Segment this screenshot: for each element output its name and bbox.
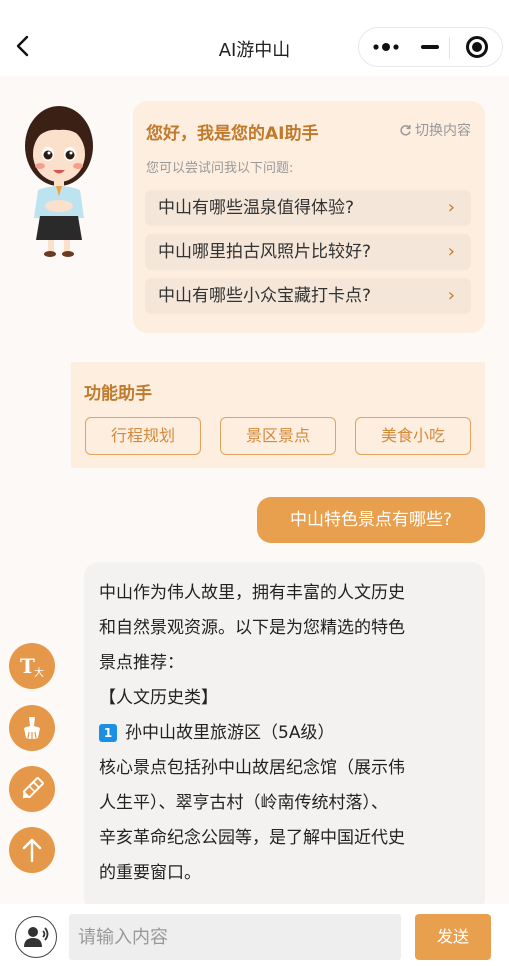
greeting-title: 您好，我是您的AI助手 — [146, 124, 319, 144]
suggested-question-1[interactable]: 中山有哪些温泉值得体验? › — [145, 190, 471, 226]
greeting-subtitle: 您可以尝试问我以下问题: — [146, 161, 294, 176]
font-size-icon: T 大 — [20, 654, 44, 679]
mini-program-capsule — [358, 27, 503, 67]
function-helper-card: 功能助手 行程规划 景区景点 美食小吃 — [71, 362, 485, 468]
message-input[interactable] — [69, 914, 401, 960]
chevron-right-icon: › — [447, 241, 455, 262]
suggested-question-2[interactable]: 中山哪里拍古风照片比较好? › — [145, 234, 471, 270]
edit-icon — [22, 777, 44, 799]
send-button[interactable]: 发送 — [415, 914, 491, 960]
back-to-top-button[interactable] — [9, 827, 55, 873]
scenic-spots-button[interactable]: 景区景点 — [220, 417, 336, 455]
answer-line: 的重要窗口。 — [99, 863, 201, 883]
answer-line: 辛亥革命纪念公园等，是了解中国近代史 — [99, 828, 405, 848]
number-badge-icon: 1 — [99, 724, 117, 742]
top-nav-bar: AI游中山 — [0, 0, 509, 76]
close-target-icon[interactable] — [466, 36, 488, 58]
user-message-bubble: 中山特色景点有哪些? — [257, 497, 485, 543]
more-icon[interactable] — [373, 39, 399, 55]
switch-content-link[interactable]: 切换内容 — [399, 120, 471, 140]
ai-mascot-avatar — [25, 106, 93, 257]
minimize-icon[interactable] — [421, 45, 439, 49]
answer-line: 景点推荐： — [99, 653, 184, 673]
question-text: 中山哪里拍古风照片比较好? — [158, 242, 372, 262]
answer-line: 核心景点包括孙中山故居纪念馆（展示伟 — [99, 758, 405, 778]
question-text: 中山有哪些温泉值得体验? — [158, 198, 355, 218]
switch-content-label: 切换内容 — [415, 123, 471, 139]
edit-button[interactable] — [9, 766, 55, 812]
capsule-divider — [449, 37, 450, 59]
chat-input-bar: 发送 — [0, 904, 509, 966]
answer-line-numbered: 1 孙中山故里旅游区（5A级） — [99, 716, 471, 751]
greeting-card: 您好，我是您的AI助手 切换内容 您可以尝试问我以下问题: 中山有哪些温泉值得体… — [133, 101, 485, 333]
refresh-icon — [400, 124, 411, 136]
svg-text:T: T — [20, 654, 35, 678]
voice-input-button[interactable] — [15, 916, 57, 958]
chevron-right-icon: › — [447, 197, 455, 218]
clear-chat-button[interactable] — [9, 705, 55, 751]
chevron-right-icon: › — [447, 285, 455, 306]
question-text: 中山有哪些小众宝藏打卡点? — [158, 286, 372, 306]
clean-icon — [24, 717, 40, 739]
arrow-up-icon — [22, 838, 42, 863]
answer-line: 【人文历史类】 — [99, 688, 218, 708]
ai-answer-bubble: 中山作为伟人故里，拥有丰富的人文历史 和自然景观资源。以下是为您精选的特色 景点… — [84, 562, 485, 912]
itinerary-planning-button[interactable]: 行程规划 — [85, 417, 201, 455]
answer-line-text: 孙中山故里旅游区（5A级） — [125, 723, 335, 743]
food-snacks-button[interactable]: 美食小吃 — [355, 417, 471, 455]
svg-text:大: 大 — [34, 666, 44, 679]
font-size-button[interactable]: T 大 — [9, 643, 55, 689]
answer-line: 中山作为伟人故里，拥有丰富的人文历史 — [99, 583, 405, 603]
answer-line: 和自然景观资源。以下是为您精选的特色 — [99, 618, 405, 638]
answer-line: 人生平）、翠亨古村（岭南传统村落）、 — [99, 793, 388, 813]
function-helper-title: 功能助手 — [84, 384, 152, 404]
voice-icon — [24, 927, 49, 947]
suggested-question-3[interactable]: 中山有哪些小众宝藏打卡点? › — [145, 278, 471, 314]
